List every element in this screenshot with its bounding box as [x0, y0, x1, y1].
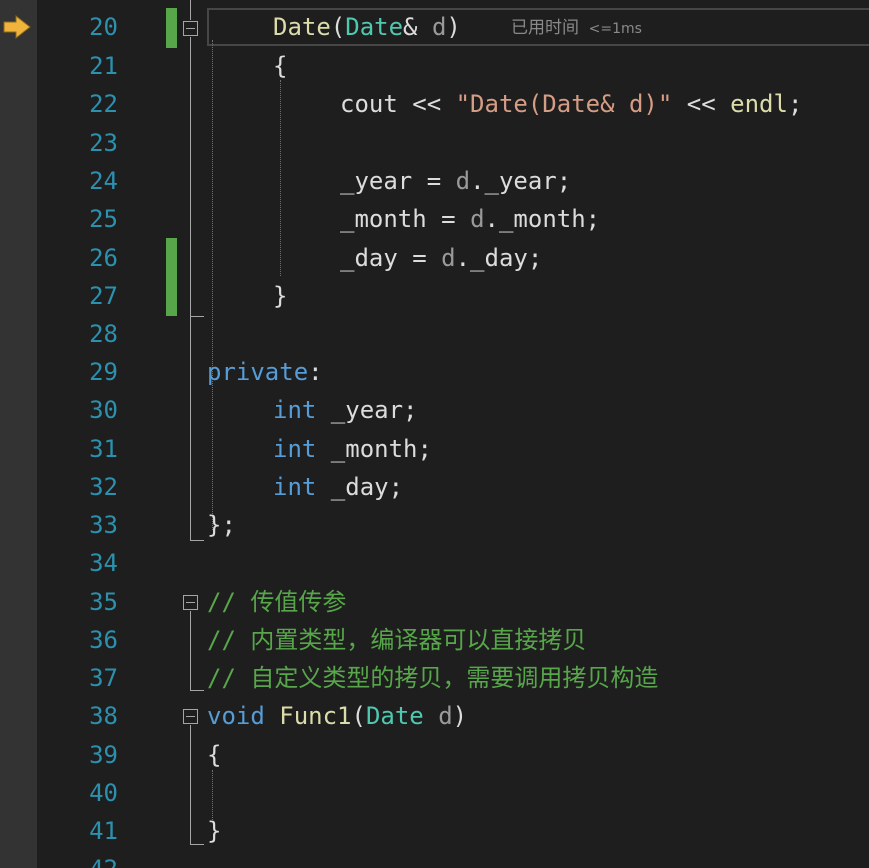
- line-number: 28: [89, 320, 118, 348]
- line-code[interactable]: _day = d._day;: [340, 239, 542, 277]
- code-line[interactable]: 32 int _day;: [0, 468, 869, 506]
- line-code[interactable]: _month = d._month;: [340, 200, 600, 238]
- line-number: 33: [89, 511, 118, 539]
- line-number: 25: [89, 205, 118, 233]
- line-number: 37: [89, 664, 118, 692]
- perf-tip[interactable]: 已用时间 <=1ms: [511, 8, 642, 49]
- line-number: 32: [89, 473, 118, 501]
- line-number: 24: [89, 167, 118, 195]
- line-number: 38: [89, 702, 118, 730]
- code-line[interactable]: 34: [0, 544, 869, 582]
- code-line[interactable]: 29 private:: [0, 353, 869, 391]
- line-number: 30: [89, 396, 118, 424]
- line-number: 42: [60, 850, 118, 868]
- code-line[interactable]: 40: [0, 774, 869, 812]
- line-code[interactable]: }: [273, 277, 287, 315]
- line-code[interactable]: {: [207, 736, 221, 774]
- code-line[interactable]: 24 _year = d._year;: [0, 162, 869, 200]
- line-code[interactable]: void Func1(Date d): [207, 697, 467, 735]
- code-line[interactable]: 21 {: [0, 47, 869, 85]
- line-number: 36: [89, 626, 118, 654]
- code-line[interactable]: 38 void Func1(Date d): [0, 697, 869, 735]
- line-number: 41: [89, 817, 118, 845]
- code-line[interactable]: 30 int _year;: [0, 391, 869, 429]
- code-line[interactable]: 39 {: [0, 736, 869, 774]
- line-number: 23: [89, 129, 118, 157]
- line-code[interactable]: }: [207, 812, 221, 850]
- code-line[interactable]: 31 int _month;: [0, 430, 869, 468]
- code-line[interactable]: 33 };: [0, 506, 869, 544]
- code-line[interactable]: 26 _day = d._day;: [0, 239, 869, 277]
- code-line[interactable]: 23: [0, 124, 869, 162]
- line-number: 26: [89, 244, 118, 272]
- line-code[interactable]: // 内置类型，编译器可以直接拷贝: [207, 621, 586, 659]
- line-code[interactable]: // 自定义类型的拷贝，需要调用拷贝构造: [207, 659, 658, 697]
- code-line[interactable]: 25 _month = d._month;: [0, 200, 869, 238]
- code-line[interactable]: 20 Date(Date& d) 已用时间 <=1ms: [0, 8, 869, 46]
- line-code[interactable]: cout << "Date(Date& d)" << endl;: [340, 85, 802, 123]
- line-number: 27: [89, 282, 118, 310]
- code-line[interactable]: 22 cout << "Date(Date& d)" << endl;: [0, 85, 869, 123]
- line-number: 22: [89, 90, 118, 118]
- line-code[interactable]: _year = d._year;: [340, 162, 571, 200]
- line-number: 31: [89, 435, 118, 463]
- line-code[interactable]: private:: [207, 353, 323, 391]
- code-line[interactable]: 27 }: [0, 277, 869, 315]
- code-line[interactable]: 42: [0, 850, 869, 868]
- line-code[interactable]: {: [273, 47, 287, 85]
- code-line[interactable]: 36 // 内置类型，编译器可以直接拷贝: [0, 621, 869, 659]
- line-number: 40: [89, 779, 118, 807]
- line-number: 29: [89, 358, 118, 386]
- line-number: 21: [89, 52, 118, 80]
- line-code[interactable]: int _month;: [273, 430, 432, 468]
- line-code[interactable]: int _day;: [273, 468, 403, 506]
- code-line[interactable]: 35 // 传值传参: [0, 583, 869, 621]
- line-code[interactable]: };: [207, 506, 236, 544]
- line-code[interactable]: // 传值传参: [207, 583, 346, 621]
- code-line[interactable]: 41 }: [0, 812, 869, 850]
- line-number: 20: [89, 13, 118, 41]
- code-line[interactable]: 37 // 自定义类型的拷贝，需要调用拷贝构造: [0, 659, 869, 697]
- code-line[interactable]: 28: [0, 315, 869, 353]
- line-number: 39: [89, 741, 118, 769]
- line-number: 34: [89, 549, 118, 577]
- line-code[interactable]: Date(Date& d): [273, 8, 461, 46]
- line-code[interactable]: int _year;: [273, 391, 418, 429]
- line-number: 35: [89, 588, 118, 616]
